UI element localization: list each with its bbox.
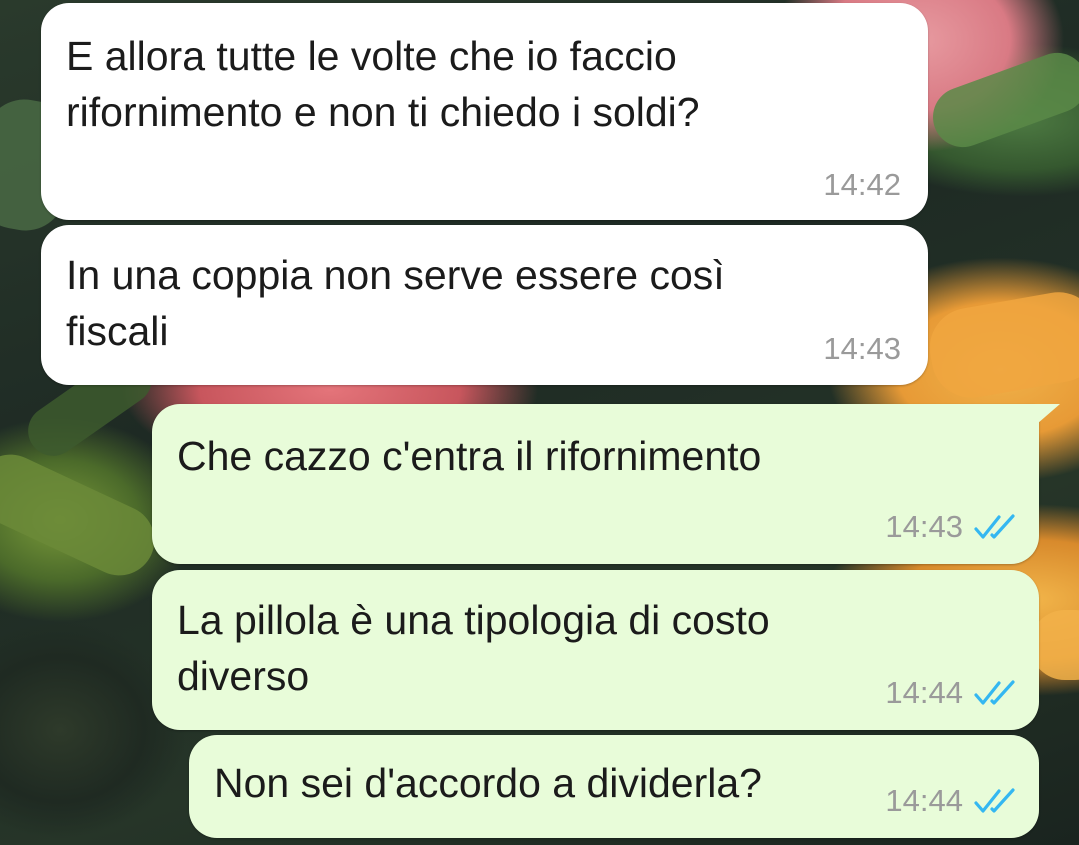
message-bubble-outgoing[interactable]: Non sei d'accordo a dividerla? 14:44	[189, 735, 1039, 838]
message-text: Che cazzo c'entra il rifornimento	[177, 433, 762, 479]
double-check-icon	[974, 680, 1015, 705]
message-bubble-outgoing[interactable]: Che cazzo c'entra il rifornimento 14:43	[152, 404, 1039, 564]
message-timestamp: 14:44	[885, 675, 963, 710]
message-bubble-incoming[interactable]: In una coppia non serve essere così fisc…	[41, 225, 928, 385]
wallpaper-petal	[923, 285, 1079, 405]
message-timestamp: 14:43	[823, 331, 901, 366]
wallpaper-leaf	[924, 44, 1079, 156]
message-text: La pillola è una tipologia di costo dive…	[177, 597, 770, 699]
message-text: In una coppia non serve essere così fisc…	[66, 252, 725, 354]
double-check-icon	[974, 514, 1015, 539]
message-bubble-incoming[interactable]: E allora tutte le volte che io faccio ri…	[41, 3, 928, 220]
wallpaper-leaf	[0, 443, 166, 587]
message-text: Non sei d'accordo a dividerla?	[214, 760, 762, 806]
double-check-icon	[974, 788, 1015, 813]
message-timestamp: 14:42	[823, 167, 901, 202]
message-text: E allora tutte le volte che io faccio ri…	[66, 33, 700, 135]
message-bubble-outgoing[interactable]: La pillola è una tipologia di costo dive…	[152, 570, 1039, 730]
bubble-tail	[1030, 404, 1060, 430]
message-timestamp: 14:43	[885, 509, 963, 544]
message-timestamp: 14:44	[885, 783, 963, 818]
